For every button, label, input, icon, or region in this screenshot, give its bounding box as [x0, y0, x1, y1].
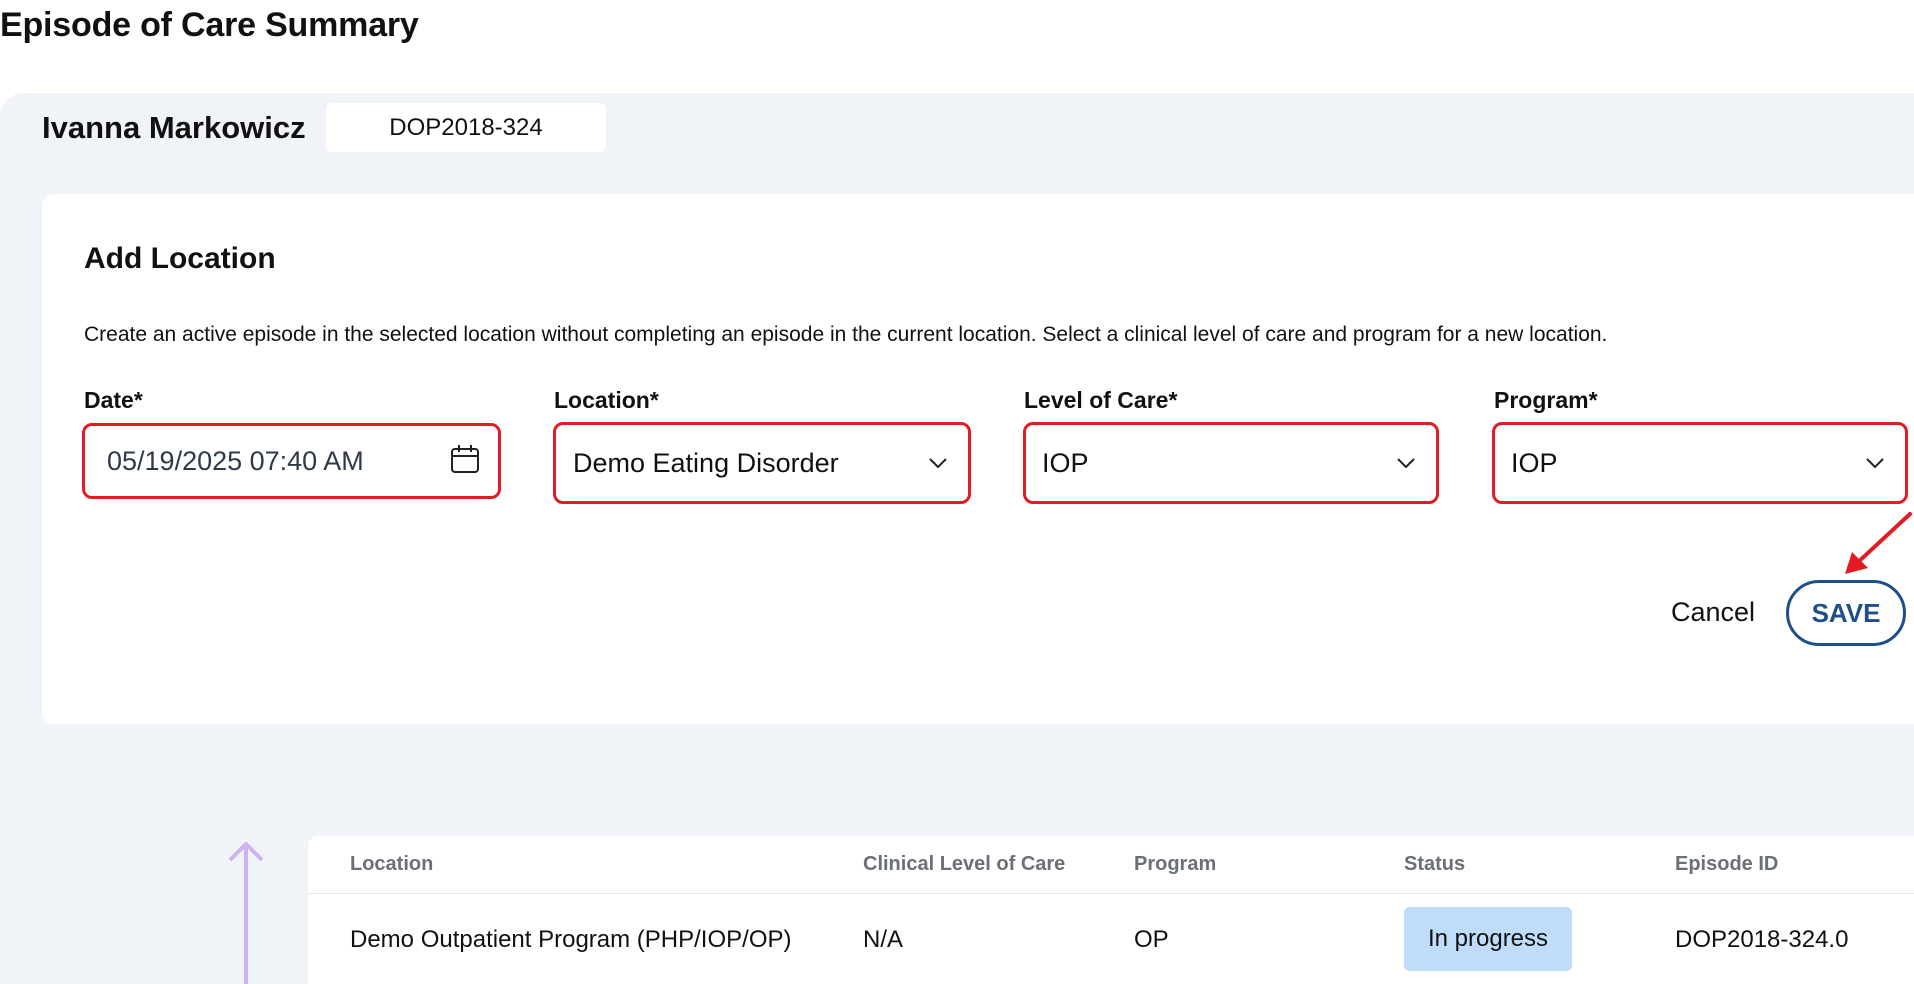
column-header-status: Status [1404, 853, 1466, 875]
add-location-description: Create an active episode in the selected… [84, 323, 1608, 346]
program-select[interactable]: IOP [1492, 422, 1908, 504]
column-header-location: Location [350, 853, 434, 875]
column-header-program: Program [1134, 853, 1217, 875]
episode-id-chip: DOP2018-324 [326, 103, 606, 152]
cancel-button[interactable]: Cancel [1660, 590, 1766, 634]
page-title: Episode of Care Summary [0, 6, 419, 44]
column-header-level-of-care: Clinical Level of Care [863, 853, 1066, 875]
status-badge: In progress [1404, 907, 1572, 971]
program-label: Program* [1494, 387, 1598, 413]
chevron-down-icon [1397, 458, 1415, 469]
level-of-care-select[interactable]: IOP [1023, 422, 1439, 504]
chevron-down-icon [1866, 458, 1884, 469]
table-divider [308, 893, 1914, 894]
location-label: Location* [554, 387, 659, 413]
location-select[interactable]: Demo Eating Disorder [553, 422, 971, 504]
add-location-title: Add Location [84, 242, 276, 275]
date-value: 05/19/2025 07:40 AM [107, 445, 364, 476]
chevron-down-icon [929, 458, 947, 469]
date-label: Date* [84, 387, 143, 413]
arrow-up-icon [228, 842, 264, 984]
calendar-icon[interactable] [450, 444, 480, 479]
save-button[interactable]: SAVE [1786, 580, 1906, 646]
episodes-table [308, 836, 1914, 984]
column-header-episode-id: Episode ID [1675, 853, 1779, 875]
cell-location: Demo Outpatient Program (PHP/IOP/OP) [350, 926, 792, 953]
location-value: Demo Eating Disorder [573, 447, 839, 478]
patient-name: Ivanna Markowicz [42, 110, 306, 145]
annotation-arrow-icon [1845, 512, 1912, 574]
level-of-care-value: IOP [1042, 447, 1089, 478]
level-of-care-label: Level of Care* [1024, 387, 1178, 413]
program-value: IOP [1511, 447, 1558, 478]
cell-episode-id: DOP2018-324.0 [1675, 926, 1849, 953]
cell-level-of-care: N/A [863, 926, 904, 953]
cell-program: OP [1134, 926, 1169, 953]
date-field[interactable]: 05/19/2025 07:40 AM [82, 423, 501, 499]
